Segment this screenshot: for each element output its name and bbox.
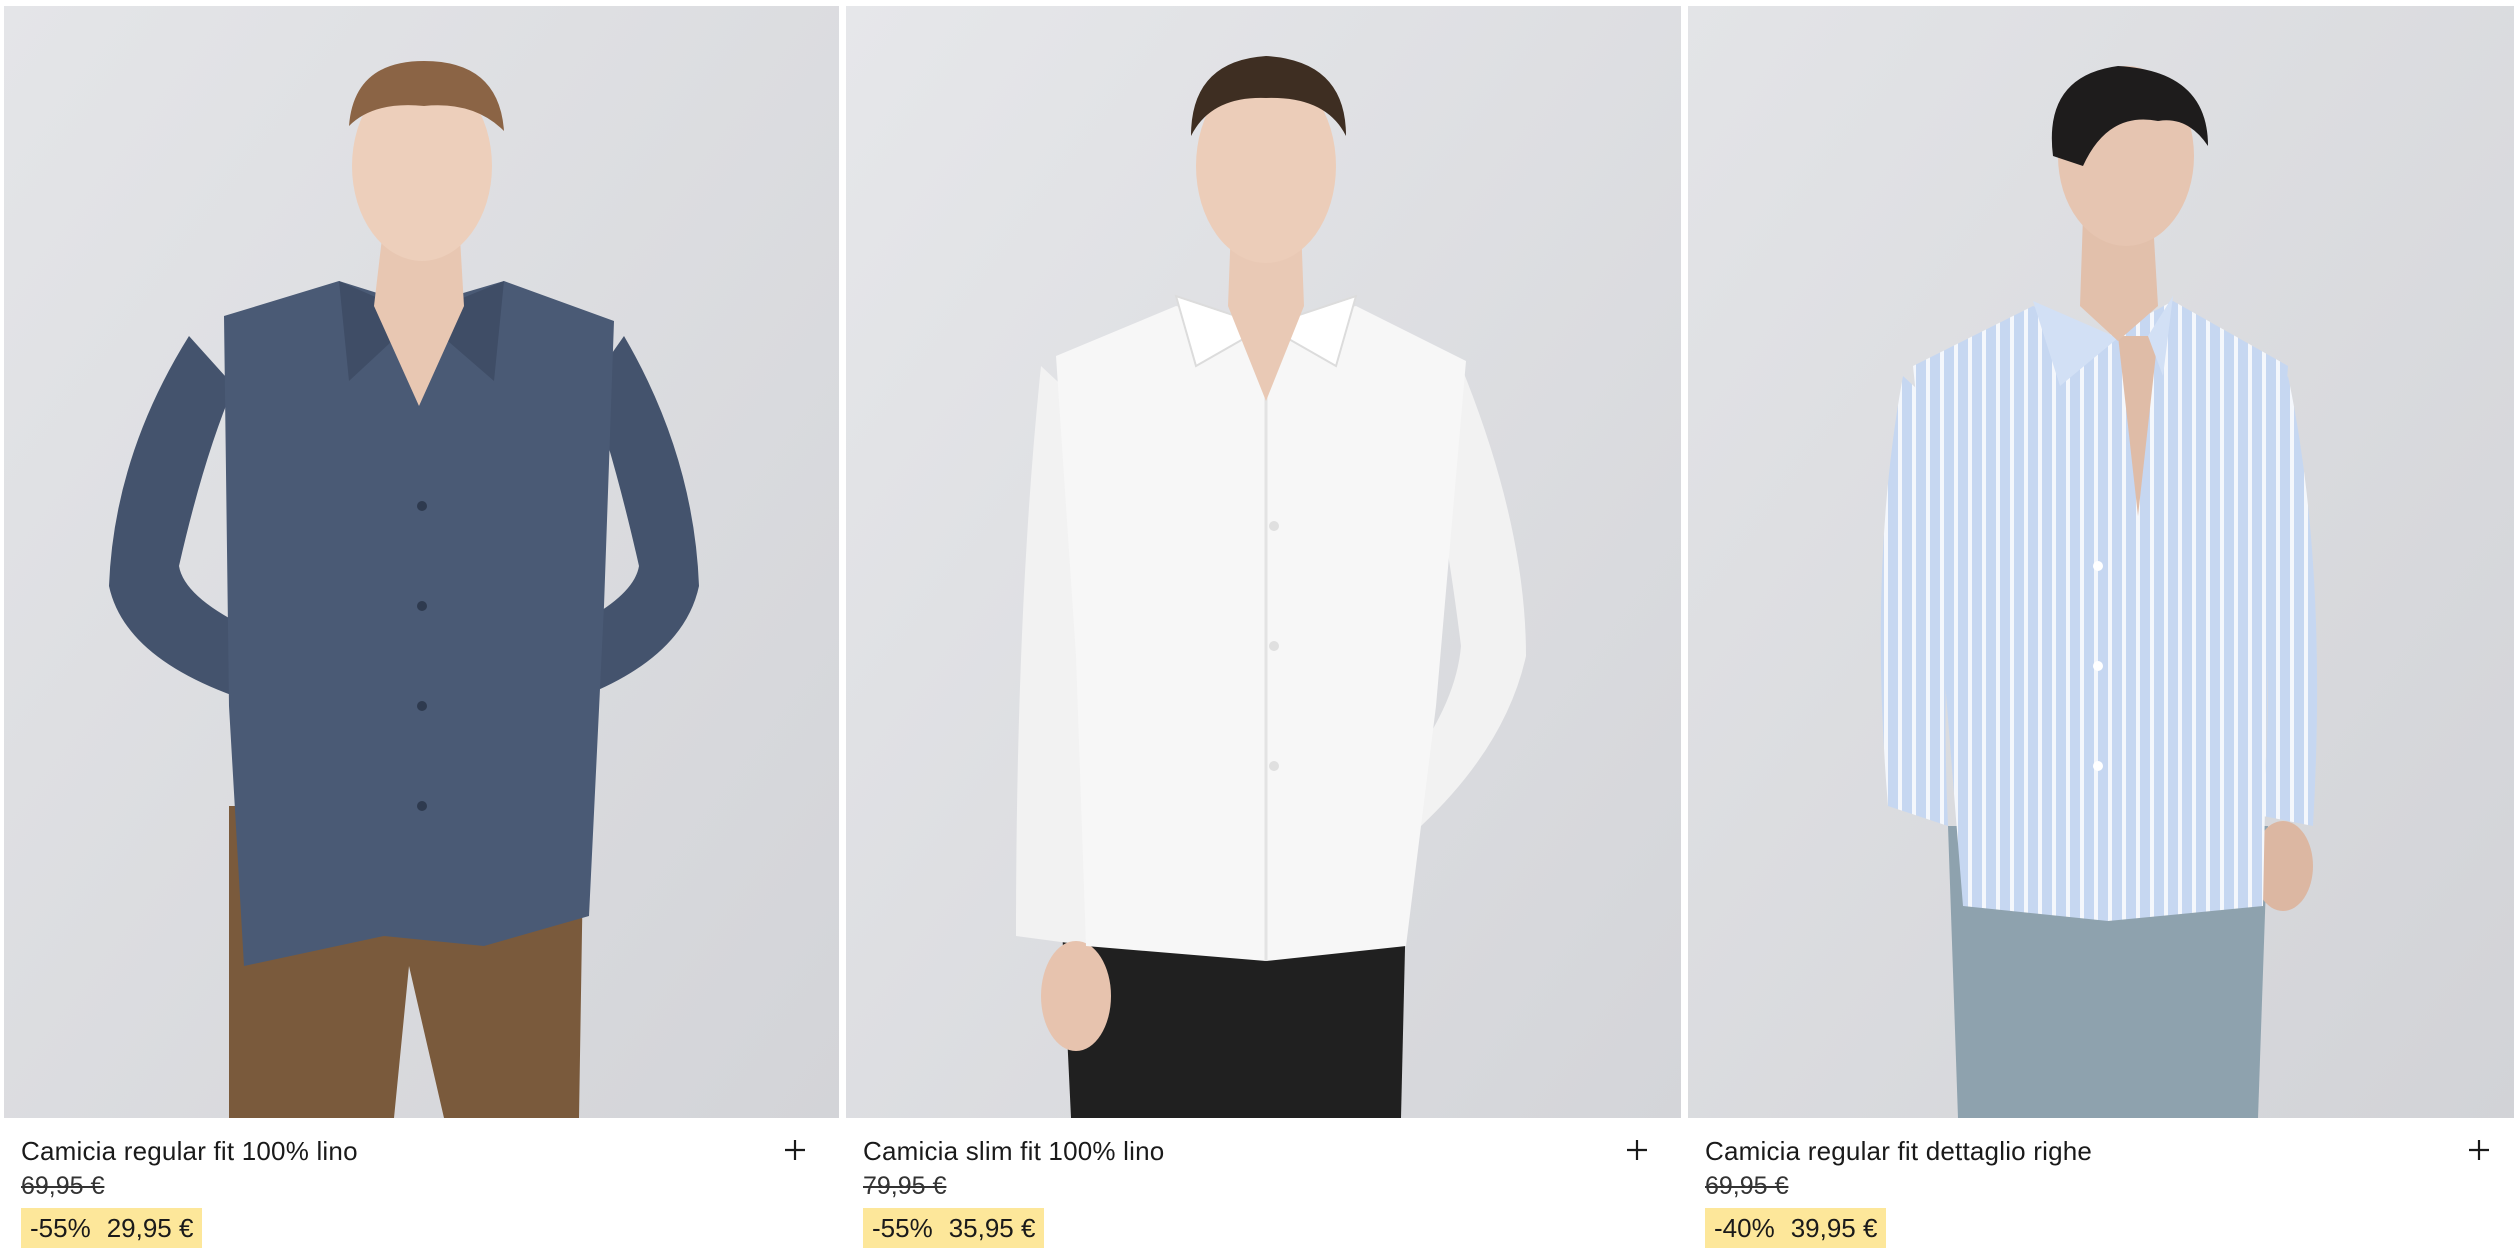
plus-icon <box>1627 1140 1647 1160</box>
product-info: Camicia slim fit 100% lino 79,95 € -55% … <box>846 1118 1681 1256</box>
plus-icon <box>785 1140 805 1160</box>
product-image[interactable] <box>846 6 1681 1118</box>
sale-price: 39,95 € <box>1790 1212 1878 1243</box>
original-price: 69,95 € <box>21 1172 105 1200</box>
original-price: 69,95 € <box>1705 1172 1789 1200</box>
add-to-cart-button[interactable] <box>1617 1130 1657 1170</box>
product-name[interactable]: Camicia regular fit 100% lino <box>21 1136 358 1167</box>
product-card: Camicia slim fit 100% lino 79,95 € -55% … <box>846 6 1681 1256</box>
original-price: 79,95 € <box>863 1172 947 1200</box>
sale-price: 35,95 € <box>948 1212 1036 1243</box>
product-info: Camicia regular fit 100% lino 69,95 € -5… <box>4 1118 839 1256</box>
product-name[interactable]: Camicia slim fit 100% lino <box>863 1136 1164 1167</box>
model-photo <box>846 6 1681 1118</box>
sale-price-badge: -40% 39,95 € <box>1705 1208 1887 1248</box>
discount-percent: -40% <box>1714 1212 1775 1243</box>
sale-price-badge: -55% 29,95 € <box>21 1208 203 1248</box>
model-photo <box>1688 6 2514 1118</box>
plus-icon <box>2469 1140 2489 1160</box>
product-image[interactable] <box>4 6 839 1118</box>
product-card: Camicia regular fit 100% lino 69,95 € -5… <box>4 6 839 1256</box>
add-to-cart-button[interactable] <box>775 1130 815 1170</box>
discount-percent: -55% <box>872 1212 933 1243</box>
product-name[interactable]: Camicia regular fit dettaglio righe <box>1705 1136 2092 1167</box>
model-photo <box>4 6 839 1118</box>
product-card: Camicia regular fit dettaglio righe 69,9… <box>1688 6 2514 1256</box>
product-image[interactable] <box>1688 6 2514 1118</box>
sale-price: 29,95 € <box>106 1212 194 1243</box>
product-grid: Camicia regular fit 100% lino 69,95 € -5… <box>0 0 2514 1260</box>
product-info: Camicia regular fit dettaglio righe 69,9… <box>1688 1118 2514 1256</box>
add-to-cart-button[interactable] <box>2459 1130 2499 1170</box>
sale-price-badge: -55% 35,95 € <box>863 1208 1045 1248</box>
discount-percent: -55% <box>30 1212 91 1243</box>
